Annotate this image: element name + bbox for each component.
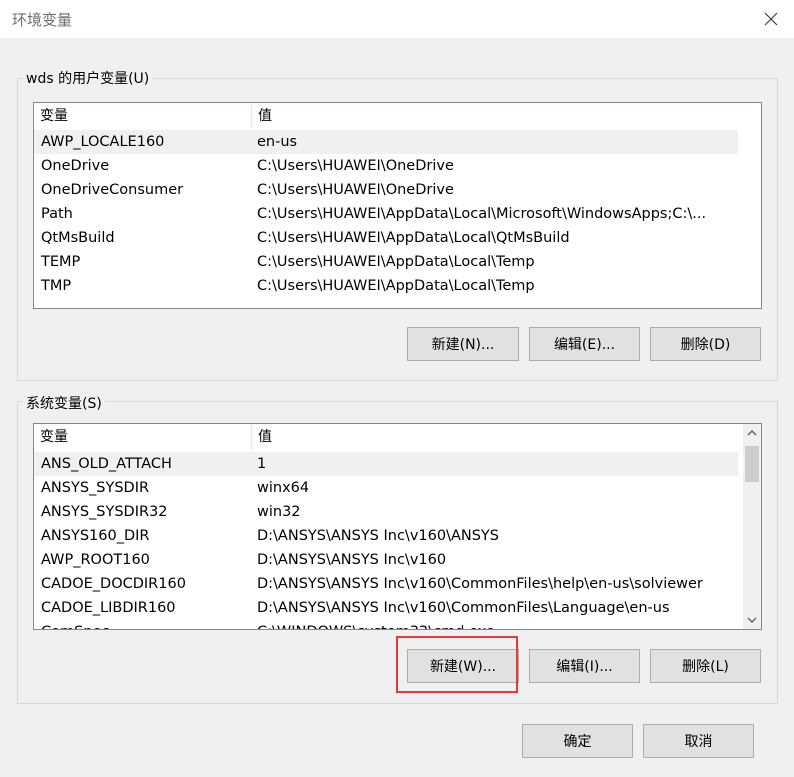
system-delete-button[interactable]: 删除(L) (650, 649, 761, 683)
variable-name: ANS_OLD_ATTACH (41, 456, 172, 472)
variable-value: D:\ANSYS\ANSYS Inc\v160\ANSYS (257, 528, 499, 544)
table-row[interactable]: CADOE_LIBDIR160 D:\ANSYS\ANSYS Inc\v160\… (34, 596, 738, 620)
variable-value: C:\Users\HUAWEI\AppData\Local\QtMsBuild (257, 230, 570, 246)
variable-name: ANSYS160_DIR (41, 528, 150, 544)
column-header-value[interactable]: 值 (252, 424, 740, 450)
system-vars-list[interactable]: 变量 值 ANS_OLD_ATTACH 1 ANSYS_SYSDIR winx6… (33, 423, 762, 630)
variable-name: CADOE_DOCDIR160 (41, 576, 186, 592)
user-vars-list[interactable]: 变量 值 AWP_LOCALE160 en-us OneDrive C:\Use… (33, 102, 762, 309)
chevron-down-icon (747, 617, 757, 623)
user-delete-button[interactable]: 删除(D) (650, 327, 761, 361)
table-row[interactable]: TMP C:\Users\HUAWEI\AppData\Local\Temp (34, 274, 738, 298)
variable-value: win32 (257, 504, 301, 520)
variable-name: ANSYS_SYSDIR (41, 480, 150, 496)
variable-name: TEMP (41, 254, 81, 270)
column-header-value[interactable]: 值 (252, 103, 740, 129)
variable-name: CADOE_LIBDIR160 (41, 600, 176, 616)
cancel-button[interactable]: 取消 (643, 724, 754, 758)
system-new-button[interactable]: 新建(W)... (407, 649, 519, 683)
system-vars-group-label: 系统变量(S) (23, 393, 105, 413)
scroll-up-button[interactable] (743, 424, 761, 442)
variable-value: C:\Users\HUAWEI\AppData\Local\Temp (257, 254, 535, 270)
column-header-variable[interactable]: 变量 (34, 103, 252, 129)
variable-value: 1 (257, 456, 267, 472)
chevron-up-icon (747, 430, 757, 436)
variable-value: C:\Users\HUAWEI\OneDrive (257, 182, 454, 198)
variable-name: OneDrive (41, 158, 110, 174)
system-vars-scrollbar[interactable] (743, 424, 761, 629)
variable-name: ComSpec (34, 620, 250, 629)
user-edit-button[interactable]: 编辑(E)... (529, 327, 640, 361)
variable-name: Path (41, 206, 73, 222)
scroll-down-button[interactable] (743, 611, 761, 629)
variable-value: C:\Users\HUAWEI\OneDrive (257, 158, 454, 174)
variable-value: D:\ANSYS\ANSYS Inc\v160\CommonFiles\Lang… (257, 600, 670, 616)
variable-value: C:\Users\HUAWEI\AppData\Local\Temp (257, 278, 535, 294)
table-row[interactable]: ComSpec C:\WINDOWS\system32\cmd.exe (34, 620, 738, 629)
variable-value: en-us (257, 134, 298, 150)
close-button[interactable] (748, 0, 794, 38)
ok-button[interactable]: 确定 (522, 724, 633, 758)
window-title: 环境变量 (12, 11, 73, 29)
table-row[interactable]: ANSYS_SYSDIR32 win32 (34, 500, 738, 524)
system-vars-header: 变量 值 (34, 424, 740, 450)
table-row[interactable]: Path C:\Users\HUAWEI\AppData\Local\Micro… (34, 202, 738, 226)
variable-name: AWP_ROOT160 (41, 552, 150, 568)
variable-value: D:\ANSYS\ANSYS Inc\v160 (257, 552, 447, 568)
column-header-variable[interactable]: 变量 (34, 424, 252, 450)
table-row[interactable]: OneDrive C:\Users\HUAWEI\OneDrive (34, 154, 738, 178)
variable-value: winx64 (257, 480, 310, 496)
table-row[interactable]: AWP_ROOT160 D:\ANSYS\ANSYS Inc\v160 (34, 548, 738, 572)
table-row[interactable]: TEMP C:\Users\HUAWEI\AppData\Local\Temp (34, 250, 738, 274)
variable-name: ANSYS_SYSDIR32 (41, 504, 168, 520)
variable-name: AWP_LOCALE160 (41, 134, 165, 150)
table-row[interactable]: OneDriveConsumer C:\Users\HUAWEI\OneDriv… (34, 178, 738, 202)
system-edit-button[interactable]: 编辑(I)... (529, 649, 640, 683)
table-row[interactable]: CADOE_DOCDIR160 D:\ANSYS\ANSYS Inc\v160\… (34, 572, 738, 596)
table-row[interactable]: ANSYS160_DIR D:\ANSYS\ANSYS Inc\v160\ANS… (34, 524, 738, 548)
variable-value: C:\Users\HUAWEI\AppData\Local\Microsoft\… (257, 206, 707, 222)
variable-name: TMP (41, 278, 72, 294)
title-bar: 环境变量 (0, 0, 794, 38)
variable-value: C:\WINDOWS\system32\cmd.exe (250, 620, 738, 629)
table-row[interactable]: QtMsBuild C:\Users\HUAWEI\AppData\Local\… (34, 226, 738, 250)
variable-name: QtMsBuild (41, 230, 115, 246)
table-row[interactable]: AWP_LOCALE160 en-us (34, 130, 738, 154)
variable-name: OneDriveConsumer (41, 182, 184, 198)
table-row[interactable]: ANSYS_SYSDIR winx64 (34, 476, 738, 500)
user-new-button[interactable]: 新建(N)... (407, 327, 519, 361)
user-vars-group-label: wds 的用户变量(U) (23, 68, 153, 88)
close-icon (764, 12, 778, 26)
scroll-thumb[interactable] (745, 446, 759, 482)
variable-value: D:\ANSYS\ANSYS Inc\v160\CommonFiles\help… (257, 576, 703, 592)
table-row[interactable]: ANS_OLD_ATTACH 1 (34, 452, 738, 476)
user-vars-header: 变量 值 (34, 103, 740, 129)
